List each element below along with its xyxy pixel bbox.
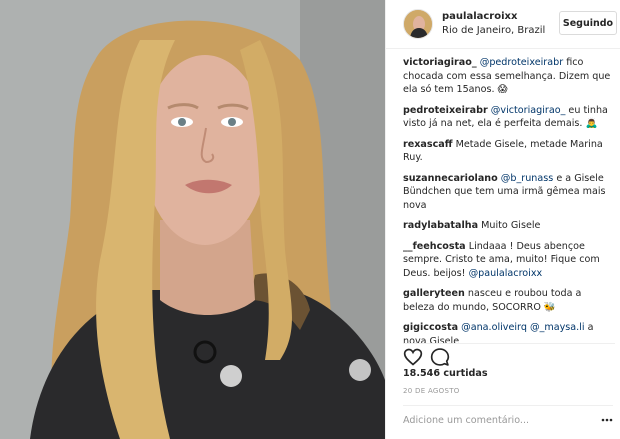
comment-bubble-icon[interactable] xyxy=(430,347,450,367)
comment-item: galleryteen nasceu e roubou toda a belez… xyxy=(403,287,615,314)
comment-item: radylabatalha Muito Gisele xyxy=(403,219,615,233)
comment-username[interactable]: __feehcosta xyxy=(403,241,466,252)
comment-username[interactable]: victoriagirao_ xyxy=(403,57,477,68)
following-button[interactable]: Seguindo xyxy=(559,11,617,35)
post-date[interactable]: 20 DE AGOSTO xyxy=(403,387,460,395)
comment-input[interactable] xyxy=(403,415,593,426)
post-header: paulalacroixx Rio de Janeiro, Brazil Seg… xyxy=(386,0,620,49)
comment-mention[interactable]: @_maysa.li xyxy=(530,322,585,333)
comment-item: pedroteixeirabr @victoriagirao_ eu tinha… xyxy=(403,104,615,131)
comment-username[interactable]: suzannecariolano xyxy=(403,173,498,184)
likes-count[interactable]: 18.546 curtidas xyxy=(403,368,488,379)
comment-username[interactable]: galleryteen xyxy=(403,288,465,299)
comment-username[interactable]: rexascaff xyxy=(403,139,453,150)
comment-username[interactable]: radylabatalha xyxy=(403,220,478,231)
avatar-image xyxy=(404,10,432,38)
comment-mention[interactable]: @paulalacroixx xyxy=(469,268,543,279)
add-comment-bar xyxy=(403,405,613,435)
comment-item: __feehcosta Lindaaa ! Deus abençoe sempr… xyxy=(403,240,615,281)
comment-text: Muito Gisele xyxy=(478,220,541,231)
comment-item: suzannecariolano @b_runass e a Gisele Bü… xyxy=(403,172,615,213)
comment-item: rexascaff Metade Gisele, metade Marina R… xyxy=(403,138,615,165)
comment-username[interactable]: gigiccosta xyxy=(403,322,458,333)
comment-mention[interactable]: @pedroteixeirabr xyxy=(480,57,563,68)
heart-icon[interactable] xyxy=(403,347,423,367)
comment-mention[interactable]: @victoriagirao_ xyxy=(491,105,566,116)
more-options-icon[interactable] xyxy=(601,418,613,422)
comment-mention[interactable]: @ana.oliveirq xyxy=(461,322,527,333)
comment-username[interactable]: pedroteixeirabr xyxy=(403,105,488,116)
post-sidebar: paulalacroixx Rio de Janeiro, Brazil Seg… xyxy=(385,0,620,439)
comment-mention[interactable]: @b_runass xyxy=(501,173,553,184)
avatar[interactable] xyxy=(403,9,433,39)
selfie-photo xyxy=(0,0,385,439)
comments-list: victoriagirao_ @pedroteixeirabr fico cho… xyxy=(403,56,615,355)
header-location[interactable]: Rio de Janeiro, Brazil xyxy=(442,25,545,36)
post-photo[interactable] xyxy=(0,0,385,439)
header-username[interactable]: paulalacroixx xyxy=(442,11,517,22)
post-actions xyxy=(403,343,615,367)
comment-item: victoriagirao_ @pedroteixeirabr fico cho… xyxy=(403,56,615,97)
